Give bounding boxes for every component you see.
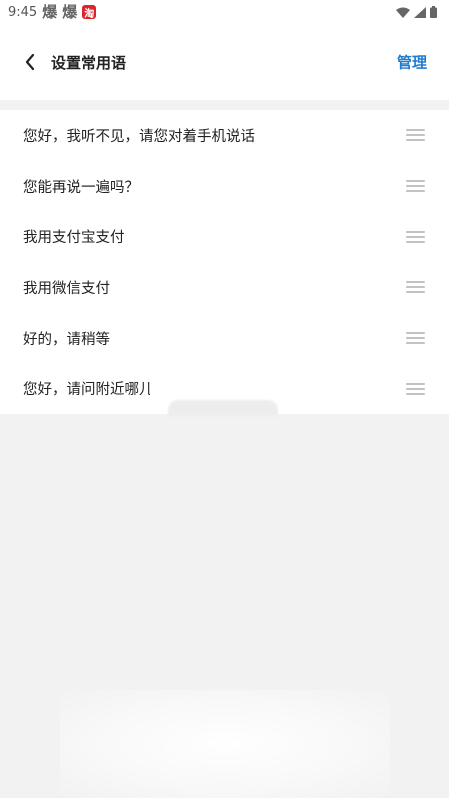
chevron-left-icon: [25, 53, 35, 71]
drag-handle-icon[interactable]: [406, 230, 425, 243]
phrase-item[interactable]: 我用微信支付: [0, 262, 449, 313]
drag-handle-icon[interactable]: [406, 129, 425, 142]
notification-icon: 爆: [42, 2, 58, 21]
back-button[interactable]: [6, 38, 54, 86]
signal-icon: [414, 6, 426, 18]
bottom-glow: [60, 690, 390, 798]
phrase-item[interactable]: 好的，请稍等: [0, 313, 449, 364]
phrase-item[interactable]: 您能再说一遍吗？: [0, 161, 449, 212]
page-title: 设置常用语: [51, 53, 127, 72]
list-footer-shadow: [168, 400, 278, 416]
phrase-text: 您能再说一遍吗？: [23, 179, 139, 196]
phrase-list: 您好，我听不见，请您对着手机说话 您能再说一遍吗？ 我用支付宝支付 我用微信支付…: [0, 110, 449, 415]
manage-button[interactable]: 管理: [397, 52, 427, 73]
drag-handle-icon[interactable]: [406, 180, 425, 193]
taobao-notification-icon: 淘: [82, 5, 97, 20]
header: 设置常用语 管理: [0, 24, 449, 100]
phrase-text: 好的，请稍等: [23, 331, 110, 348]
drag-handle-icon[interactable]: [406, 382, 425, 395]
status-left: 9:45 爆 爆 淘: [8, 2, 97, 21]
phrase-text: 您好，请问附近哪儿: [23, 382, 150, 399]
battery-icon: [430, 6, 437, 18]
notification-icon: 爆: [62, 2, 78, 21]
phrase-text: 我用微信支付: [23, 280, 110, 297]
wifi-icon: [396, 7, 410, 18]
drag-handle-icon[interactable]: [406, 281, 425, 294]
phrase-text: 您好，我听不见，请您对着手机说话: [23, 128, 255, 145]
status-right: [396, 6, 437, 18]
phrase-item[interactable]: 我用支付宝支付: [0, 211, 449, 262]
phrase-item[interactable]: 您好，我听不见，请您对着手机说话: [0, 110, 449, 161]
status-bar: 9:45 爆 爆 淘: [0, 0, 449, 24]
phrase-text: 我用支付宝支付: [23, 230, 125, 247]
screen: 9:45 爆 爆 淘 设置常用语 管理 您好，我听不见，请您对着手机说话 您能再…: [0, 0, 449, 798]
status-time: 9:45: [8, 4, 38, 20]
drag-handle-icon[interactable]: [406, 332, 425, 345]
